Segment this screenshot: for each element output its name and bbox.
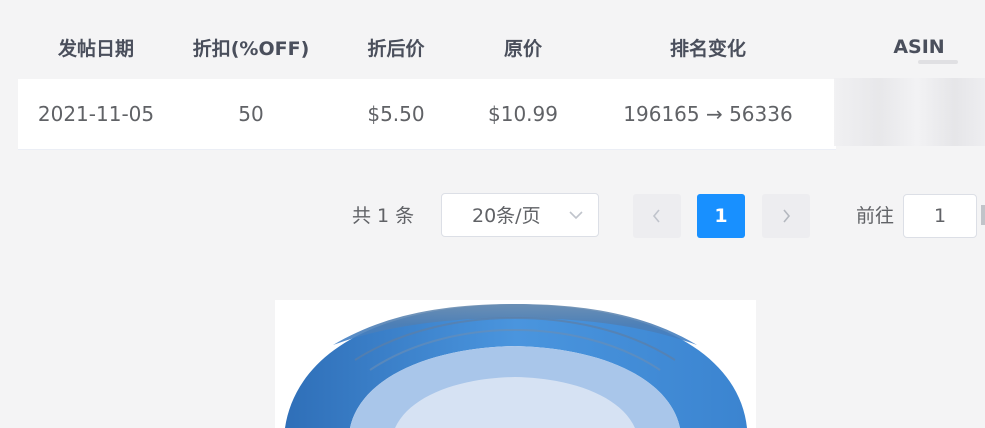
cell-original-price: $10.99 xyxy=(488,102,558,126)
cell-post-date: 2021-11-05 xyxy=(37,102,155,126)
table-row[interactable]: 2021-11-05 50 $5.50 $10.99 196165 → 5633… xyxy=(18,79,836,150)
pagination-total: 共 1 条 xyxy=(352,205,415,227)
header-discount[interactable]: 折扣(%OFF) xyxy=(174,15,328,79)
next-page-button[interactable] xyxy=(762,194,810,238)
page-number-button[interactable]: 1 xyxy=(697,194,745,238)
table-header: 发帖日期 折扣(%OFF) 折后价 原价 排名变化 ASIN xyxy=(18,15,985,79)
goto-page-input[interactable] xyxy=(903,194,977,238)
blurred-asin-fragment xyxy=(918,60,958,64)
pagination: 共 1 条 20条/页 1 前往 xyxy=(0,193,985,239)
chevron-left-icon xyxy=(652,209,660,223)
goto-label: 前往 xyxy=(856,205,895,227)
chevron-right-icon xyxy=(783,209,791,223)
chevron-down-icon xyxy=(569,211,583,220)
cell-rank-change: 196165 → 56336 xyxy=(623,102,793,126)
header-post-date[interactable]: 发帖日期 xyxy=(18,15,174,79)
header-original-price[interactable]: 原价 xyxy=(464,15,582,79)
tape-roll-image xyxy=(285,304,747,428)
product-image[interactable] xyxy=(275,300,756,428)
page-size-select[interactable]: 20条/页 xyxy=(441,193,599,237)
blurred-asin-cell xyxy=(834,78,985,146)
cell-sale-price: $5.50 xyxy=(367,102,425,126)
cell-discount: 50 xyxy=(238,102,264,126)
goto-suffix-fragment xyxy=(981,205,985,225)
header-asin[interactable]: ASIN xyxy=(834,15,985,79)
prev-page-button[interactable] xyxy=(633,194,681,238)
page-size-value: 20条/页 xyxy=(472,205,541,227)
header-sale-price[interactable]: 折后价 xyxy=(328,15,464,79)
header-rank-change[interactable]: 排名变化 xyxy=(582,15,834,79)
